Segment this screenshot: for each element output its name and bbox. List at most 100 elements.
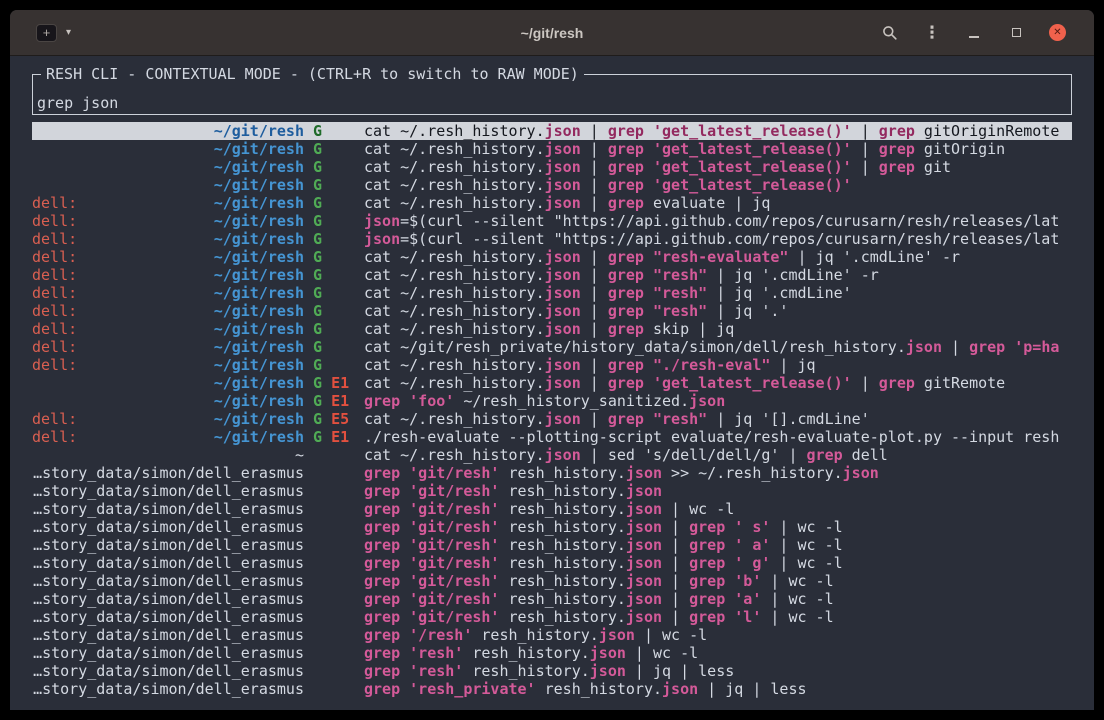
command-text: cat ~/.resh_history.json | grep "resh-ev… <box>364 248 1072 266</box>
flag-E1: E1 <box>331 428 349 446</box>
history-list: ~/git/resh Gcat ~/.resh_history.json | gr… <box>32 122 1072 698</box>
command-text: grep 'git/resh' resh_history.json | grep… <box>364 518 1072 536</box>
restore-button[interactable] <box>1007 24 1025 42</box>
host-label: dell: <box>32 356 77 374</box>
history-row[interactable]: ~/git/reshG E1grep 'foo' ~/resh_history_… <box>32 392 1072 410</box>
command-text: grep 'git/resh' resh_history.json | wc -… <box>364 500 1072 518</box>
path-label: …story_data/simon/dell_erasmus <box>33 482 304 500</box>
close-button[interactable]: ✕ <box>1049 24 1066 41</box>
flags-label: G <box>304 248 364 266</box>
flag-G: G <box>313 428 322 446</box>
flag-E1: E1 <box>331 374 349 392</box>
history-row[interactable]: …story_data/simon/dell_erasmusgrep 'git/… <box>32 572 1072 590</box>
new-tab-button[interactable]: + <box>36 24 57 42</box>
path-label: ~/git/resh <box>214 122 304 140</box>
history-row[interactable]: …story_data/simon/dell_erasmusgrep '/res… <box>32 626 1072 644</box>
path-label: ~/git/resh <box>214 158 304 176</box>
flags-label: G <box>304 212 364 230</box>
flag-G: G <box>313 212 322 230</box>
history-row[interactable]: dell:~/git/reshGcat ~/.resh_history.json… <box>32 266 1072 284</box>
history-row[interactable]: …story_data/simon/dell_erasmusgrep 'resh… <box>32 680 1072 698</box>
flag-G: G <box>313 374 322 392</box>
path-label: …story_data/simon/dell_erasmus <box>33 626 304 644</box>
flags-label: G <box>304 122 364 140</box>
command-text: grep 'resh_private' resh_history.json | … <box>364 680 1072 698</box>
command-text: cat ~/.resh_history.json | grep "./resh-… <box>364 356 1072 374</box>
history-row[interactable]: …story_data/simon/dell_erasmus grep 'resh… <box>32 644 1072 662</box>
history-row[interactable]: …story_data/simon/dell_erasmus grep 'git/… <box>32 464 1072 482</box>
history-row[interactable]: …story_data/simon/dell_erasmusgrep 'git/… <box>32 590 1072 608</box>
history-row[interactable]: dell:~/git/resh Gcat ~/.resh_history.json… <box>32 356 1072 374</box>
path-label: …story_data/simon/dell_erasmus <box>33 500 304 518</box>
row-context: ~ <box>32 446 304 464</box>
flag-G: G <box>313 338 322 356</box>
row-context: dell:~/git/resh <box>32 248 304 266</box>
resh-mode-title: RESH CLI - CONTEXTUAL MODE - (CTRL+R to … <box>41 65 584 83</box>
command-text: grep 'resh' resh_history.json | jq | les… <box>364 662 1072 680</box>
command-text: grep 'resh' resh_history.json | wc -l <box>364 644 1072 662</box>
host-label: dell: <box>32 266 77 284</box>
flag-G: G <box>313 248 322 266</box>
command-text: cat ~/.resh_history.json | grep "resh" |… <box>364 410 1072 428</box>
path-label: ~/git/resh <box>214 410 304 428</box>
history-row[interactable]: ~/git/reshGcat ~/.resh_history.json | gr… <box>32 158 1072 176</box>
titlebar-right: ⋮ ✕ <box>881 24 1066 42</box>
flags-label <box>304 536 364 554</box>
history-row[interactable]: dell:~/git/reshGcat ~/.resh_history.json… <box>32 194 1072 212</box>
history-row[interactable]: dell:~/git/reshGcat ~/.resh_history.json… <box>32 302 1072 320</box>
history-row[interactable]: …story_data/simon/dell_erasmusgrep 'git/… <box>32 554 1072 572</box>
history-row[interactable]: dell:~/git/reshGcat ~/.resh_history.json… <box>32 284 1072 302</box>
row-context: dell:~/git/resh <box>32 356 304 374</box>
host-label: dell: <box>32 428 77 446</box>
command-text: cat ~/.resh_history.json | sed 's/dell/d… <box>364 446 1072 464</box>
history-row[interactable]: ~/git/reshG E1cat ~/.resh_history.json |… <box>32 374 1072 392</box>
history-row[interactable]: ~/git/reshGcat ~/.resh_history.json | gr… <box>32 122 1072 140</box>
history-row[interactable]: ~/git/reshGcat ~/.resh_history.json | gr… <box>32 176 1072 194</box>
search-query-input[interactable]: grep json <box>37 94 118 112</box>
history-row[interactable]: dell:~/git/resh Gcat ~/.resh_history.json… <box>32 248 1072 266</box>
flag-G: G <box>313 356 322 374</box>
history-row[interactable]: dell:~/git/reshGjson=$(curl --silent "ht… <box>32 212 1072 230</box>
path-label: ~/git/resh <box>214 194 304 212</box>
history-row[interactable]: dell:~/git/reshG E1./resh-evaluate --plo… <box>32 428 1072 446</box>
history-row[interactable]: …story_data/simon/dell_erasmusgrep 'git/… <box>32 608 1072 626</box>
command-text: grep 'git/resh' resh_history.json >> ~/.… <box>364 464 1072 482</box>
new-tab-plus-icon: + <box>43 25 51 41</box>
history-row[interactable]: dell:~/git/reshGjson=$(curl --silent "ht… <box>32 230 1072 248</box>
flag-G: G <box>313 392 322 410</box>
titlebar[interactable]: + ▾ ~/git/resh ⋮ ✕ <box>10 10 1094 56</box>
history-row[interactable]: …story_data/simon/dell_erasmusgrep 'git/… <box>32 482 1072 500</box>
history-row[interactable]: …story_data/simon/dell_erasmusgrep 'resh… <box>32 662 1072 680</box>
flags-label: G E1 <box>304 392 364 410</box>
path-label: …story_data/simon/dell_erasmus <box>33 590 304 608</box>
minimize-button[interactable] <box>965 24 983 42</box>
host-label: dell: <box>32 338 77 356</box>
row-context: …story_data/simon/dell_erasmus <box>32 644 304 662</box>
history-row[interactable]: …story_data/simon/dell_erasmus grep 'git/… <box>32 500 1072 518</box>
row-context: …story_data/simon/dell_erasmus <box>32 464 304 482</box>
command-text: cat ~/.resh_history.json | grep 'get_lat… <box>364 158 1072 176</box>
row-context: ~/git/resh <box>32 392 304 410</box>
history-row[interactable]: dell:~/git/reshGcat ~/git/resh_private/h… <box>32 338 1072 356</box>
history-row[interactable]: ~ cat ~/.resh_history.json | sed 's/dell/… <box>32 446 1072 464</box>
history-row[interactable]: dell:~/git/reshGcat ~/.resh_history.json… <box>32 320 1072 338</box>
row-context: dell:~/git/resh <box>32 320 304 338</box>
history-row[interactable]: …story_data/simon/dell_erasmusgrep 'git/… <box>32 536 1072 554</box>
history-row[interactable]: ~/git/reshGcat ~/.resh_history.json | gr… <box>32 140 1072 158</box>
flag-G: G <box>313 122 322 140</box>
history-row[interactable]: …story_data/simon/dell_erasmusgrep 'git/… <box>32 518 1072 536</box>
menu-kebab-icon[interactable]: ⋮ <box>923 24 941 42</box>
row-context: …story_data/simon/dell_erasmus <box>32 536 304 554</box>
command-text: cat ~/.resh_history.json | grep "resh" |… <box>364 284 1072 302</box>
terminal-content[interactable]: RESH CLI - CONTEXTUAL MODE - (CTRL+R to … <box>10 56 1094 710</box>
flag-G: G <box>313 302 322 320</box>
search-icon[interactable] <box>881 24 899 42</box>
path-label: ~/git/resh <box>214 140 304 158</box>
history-row[interactable]: dell:~/git/reshG E5cat ~/.resh_history.j… <box>32 410 1072 428</box>
chevron-down-icon[interactable]: ▾ <box>66 27 71 38</box>
command-text: grep 'git/resh' resh_history.json | grep… <box>364 554 1072 572</box>
flags-label <box>304 590 364 608</box>
flag-G: G <box>313 194 322 212</box>
command-text: cat ~/.resh_history.json | grep "resh" |… <box>364 302 1072 320</box>
command-text: cat ~/.resh_history.json | grep 'get_lat… <box>364 140 1072 158</box>
